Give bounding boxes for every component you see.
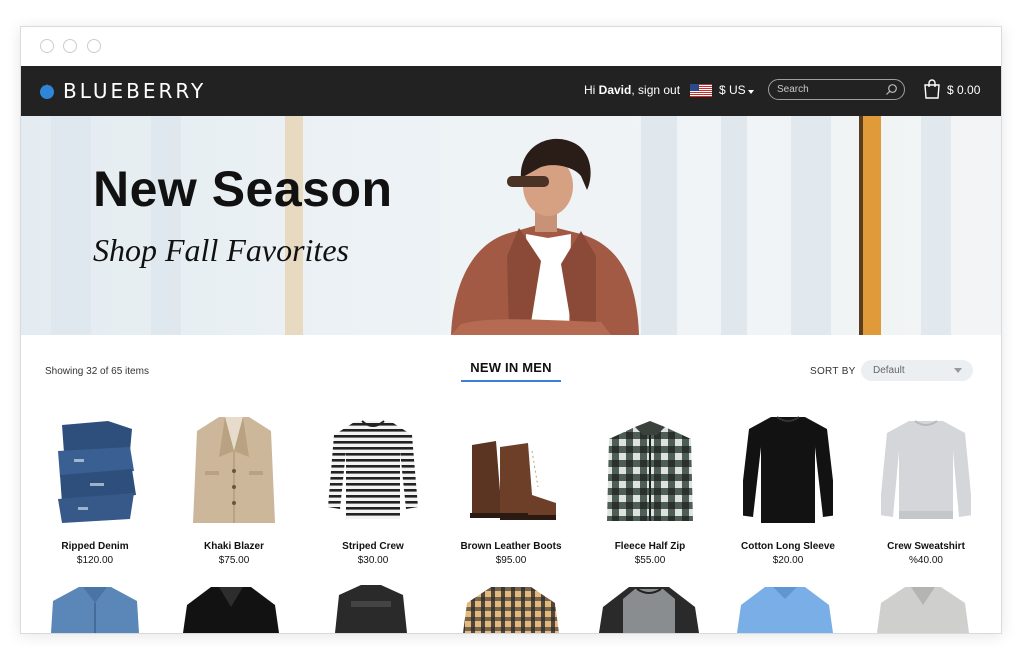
leather-jacket-image[interactable] bbox=[181, 577, 281, 633]
hero-background-photo bbox=[21, 116, 1001, 335]
section-title-tab[interactable]: NEW IN MEN bbox=[461, 360, 561, 375]
sort-label: SORT BY bbox=[810, 366, 856, 377]
search-box[interactable] bbox=[768, 79, 905, 100]
product-price: $120.00 bbox=[76, 555, 114, 566]
hero-banner[interactable]: New Season Shop Fall Favorites bbox=[21, 116, 1001, 335]
product-name[interactable]: Khaki Blazer bbox=[169, 541, 299, 552]
grey-jacket-image[interactable] bbox=[873, 577, 973, 633]
product-name[interactable]: Cotton Long Sleeve bbox=[723, 541, 853, 552]
user-name: David bbox=[598, 83, 632, 97]
denim-shirt-image[interactable] bbox=[45, 577, 145, 633]
listing-toolbar: Showing 32 of 65 items NEW IN MEN SORT B… bbox=[21, 335, 1001, 401]
user-greeting: Hi David, sign out bbox=[584, 83, 680, 97]
search-icon[interactable] bbox=[885, 83, 898, 96]
plaid-shirt-image[interactable] bbox=[461, 577, 561, 633]
folded-jeans-image[interactable] bbox=[50, 411, 140, 531]
sign-out-link[interactable]: , sign out bbox=[631, 83, 680, 97]
product-price: $75.00 bbox=[218, 555, 250, 566]
grey-sweatshirt-image[interactable] bbox=[881, 411, 971, 531]
product-price: %40.00 bbox=[909, 555, 943, 566]
product-name[interactable]: Fleece Half Zip bbox=[585, 541, 715, 552]
blazer-image[interactable] bbox=[189, 411, 279, 531]
hero-subtitle: Shop Fall Favorites bbox=[93, 232, 349, 268]
brand-name: BLUEBERRY bbox=[63, 79, 207, 103]
browser-window: BLUEBERRY Hi David, sign out $ US Search… bbox=[20, 26, 1002, 634]
hero-title: New Season bbox=[93, 161, 393, 217]
window-maximize-button[interactable] bbox=[87, 39, 101, 53]
chevron-down-icon[interactable] bbox=[748, 90, 754, 94]
us-flag-icon[interactable] bbox=[690, 84, 712, 97]
product-name[interactable]: Striped Crew bbox=[308, 541, 438, 552]
polo-shirt-image[interactable] bbox=[735, 577, 835, 633]
shopping-bag-icon[interactable] bbox=[923, 79, 941, 99]
raglan-tee-image[interactable] bbox=[599, 577, 699, 633]
folded-jacket-image[interactable] bbox=[321, 577, 421, 633]
item-count: Showing 32 of 65 items bbox=[45, 366, 149, 377]
striped-shirt-image[interactable] bbox=[328, 411, 418, 531]
black-long-sleeve-image[interactable] bbox=[743, 411, 833, 531]
greeting-prefix: Hi bbox=[584, 83, 599, 97]
section-title-underline bbox=[461, 380, 561, 382]
boot-image[interactable] bbox=[466, 411, 556, 531]
product-name[interactable]: Ripped Denim bbox=[30, 541, 160, 552]
product-price: $30.00 bbox=[357, 555, 389, 566]
product-name[interactable]: Crew Sweatshirt bbox=[861, 541, 991, 552]
chevron-down-icon bbox=[954, 368, 962, 373]
browser-chrome bbox=[21, 27, 1001, 66]
search-input[interactable] bbox=[777, 82, 877, 97]
currency-selector[interactable]: $ US bbox=[719, 83, 746, 97]
brand-logo[interactable]: BLUEBERRY bbox=[39, 79, 206, 103]
sort-dropdown[interactable]: Default bbox=[861, 360, 973, 381]
sort-selected-value: Default bbox=[873, 365, 905, 376]
product-price: $95.00 bbox=[495, 555, 527, 566]
plaid-fleece-image[interactable] bbox=[605, 411, 695, 531]
window-minimize-button[interactable] bbox=[63, 39, 77, 53]
top-navigation: BLUEBERRY Hi David, sign out $ US Search… bbox=[21, 66, 1001, 116]
product-price: $55.00 bbox=[634, 555, 666, 566]
cart-total[interactable]: $ 0.00 bbox=[947, 83, 980, 97]
blueberry-logo-icon bbox=[40, 84, 54, 99]
window-close-button[interactable] bbox=[40, 39, 54, 53]
product-price: $20.00 bbox=[772, 555, 804, 566]
product-name[interactable]: Brown Leather Boots bbox=[446, 541, 576, 552]
